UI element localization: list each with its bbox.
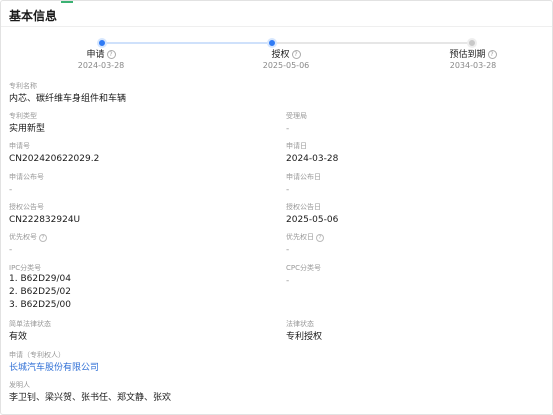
timeline-step-date: 2025-05-06 xyxy=(262,61,310,70)
help-icon[interactable]: ? xyxy=(291,50,301,59)
ipc-code: 1. B62D29/04 xyxy=(9,274,71,284)
field-value: - xyxy=(286,245,290,255)
field-value: - xyxy=(286,124,290,134)
field-legal-status: 法律状态 专利授权 xyxy=(286,319,322,344)
timeline-step-date: 2024-03-28 xyxy=(77,61,125,70)
field-application-number: 申请号 CN202420622029.2 xyxy=(9,141,99,166)
field-value: - xyxy=(9,245,13,255)
field-value: 内芯、碳纤维车身组件和车辆 xyxy=(9,94,127,104)
field-priority-number: 优先权号? - xyxy=(9,232,47,257)
field-ipc: IPC分类号 1. B62D29/04 2. B62D25/02 3. B62D… xyxy=(9,263,71,312)
field-label: 申请公布号 xyxy=(9,173,44,181)
field-value: 2024-03-28 xyxy=(286,154,339,164)
field-label: IPC分类号 xyxy=(9,264,42,272)
field-priority-date: 优先权日? - xyxy=(286,232,324,257)
timeline-step-label: 申请 xyxy=(86,50,105,60)
applicant-link[interactable]: 长城汽车股份有限公司 xyxy=(9,362,99,375)
timeline-progress-line xyxy=(101,42,271,44)
field-value: - xyxy=(286,276,290,286)
field-application-date: 申请日 2024-03-28 xyxy=(286,141,338,166)
field-inventors: 发明人 李卫钊、梁兴贺、张书任、郑文静、张欢 xyxy=(9,380,171,405)
field-applicant: 申请（专利权人） 长城汽车股份有限公司 xyxy=(9,350,99,375)
field-value: 2025-05-06 xyxy=(286,215,339,225)
help-icon[interactable]: ? xyxy=(39,234,47,242)
field-value: CN202420622029.2 xyxy=(9,154,100,164)
field-label: 优先权号? xyxy=(9,232,47,242)
basic-info-panel: 基本信息 申请? 2024-03-28 授权? 2025-05-06 预估到期?… xyxy=(0,0,553,415)
help-icon[interactable]: ? xyxy=(487,50,497,59)
field-publication-number: 申请公布号 - xyxy=(9,172,44,197)
field-patent-name: 专利名称 内芯、碳纤维车身组件和车辆 xyxy=(9,81,126,106)
field-label: 发明人 xyxy=(9,381,30,389)
timeline-step-date: 2034-03-28 xyxy=(449,61,497,70)
field-grant-date: 授权公告日 2025-05-06 xyxy=(286,202,338,227)
field-cpc: CPC分类号 - xyxy=(286,263,321,288)
field-value: 实用新型 xyxy=(9,124,46,134)
field-office: 受理局 - xyxy=(286,111,307,136)
field-label-text: 优先权日 xyxy=(286,233,314,241)
ipc-code: 2. B62D25/02 xyxy=(9,287,71,297)
field-label: 专利类型 xyxy=(9,112,37,120)
field-label-text: 优先权号 xyxy=(9,233,37,241)
field-label: 法律状态 xyxy=(286,320,314,328)
timeline-remaining-line xyxy=(271,42,471,44)
patent-timeline: 申请? 2024-03-28 授权? 2025-05-06 预估到期? 2034… xyxy=(1,35,552,75)
timeline-step-grant: 授权? xyxy=(226,47,346,60)
ipc-code: 3. B62D25/00 xyxy=(9,300,71,310)
field-value: 李卫钊、梁兴贺、张书任、郑文静、张欢 xyxy=(9,393,172,403)
field-label: 优先权日? xyxy=(286,232,324,242)
field-label: 申请公布日 xyxy=(286,173,321,181)
field-publication-date: 申请公布日 - xyxy=(286,172,321,197)
field-label: 简单法律状态 xyxy=(9,320,51,328)
help-icon[interactable]: ? xyxy=(106,50,116,59)
active-tab-indicator xyxy=(61,1,73,3)
timeline-step-label: 授权 xyxy=(271,50,290,60)
field-value: - xyxy=(286,185,290,195)
title-divider xyxy=(1,26,552,27)
section-title: 基本信息 xyxy=(9,9,58,23)
timeline-step-apply: 申请? xyxy=(41,47,161,60)
timeline-step-expiry: 预估到期? xyxy=(413,47,533,60)
field-simple-legal-status: 简单法律状态 有效 xyxy=(9,319,51,344)
help-icon[interactable]: ? xyxy=(316,234,324,242)
field-label: 专利名称 xyxy=(9,82,37,90)
field-patent-type: 专利类型 实用新型 xyxy=(9,111,45,136)
field-label: 申请（专利权人） xyxy=(9,351,65,359)
timeline-step-label: 预估到期 xyxy=(449,50,486,60)
field-label: 申请日 xyxy=(286,142,307,150)
field-label: 受理局 xyxy=(286,112,307,120)
field-label: CPC分类号 xyxy=(286,264,321,272)
field-label: 授权公告号 xyxy=(9,203,44,211)
field-grant-number: 授权公告号 CN222832924U xyxy=(9,202,80,227)
field-value: 专利授权 xyxy=(286,332,323,342)
field-label: 申请号 xyxy=(9,142,30,150)
field-label: 授权公告日 xyxy=(286,203,321,211)
field-value: 有效 xyxy=(9,332,28,342)
field-value: CN222832924U xyxy=(9,215,81,225)
field-value: - xyxy=(9,185,13,195)
